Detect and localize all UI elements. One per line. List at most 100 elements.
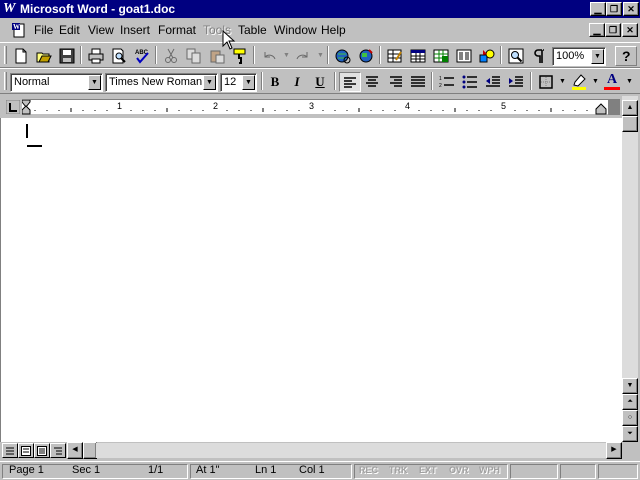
- web-toolbar-button[interactable]: [355, 46, 377, 66]
- columns-button[interactable]: [453, 46, 475, 66]
- scroll-up-button[interactable]: ▲: [622, 100, 638, 116]
- copy-button[interactable]: [183, 46, 205, 66]
- highlight-dropdown[interactable]: ▼: [592, 78, 599, 86]
- style-combo[interactable]: Normal ▼: [10, 73, 103, 92]
- web-layout-view-button[interactable]: [18, 443, 34, 458]
- title-bar[interactable]: W Microsoft Word - goat1.doc ▁ ❐ ✕: [0, 0, 640, 18]
- insert-table-button[interactable]: [407, 46, 429, 66]
- toolbar-grip[interactable]: [4, 46, 7, 64]
- doc-close-button[interactable]: ✕: [622, 23, 638, 37]
- justify-button[interactable]: [407, 72, 429, 92]
- menu-view[interactable]: View: [88, 23, 114, 37]
- scroll-left-button[interactable]: ◀: [67, 442, 83, 459]
- document-map-button[interactable]: [505, 46, 527, 66]
- new-button[interactable]: [10, 46, 32, 66]
- doc-restore-button[interactable]: ❐: [605, 23, 621, 37]
- save-button[interactable]: [56, 46, 78, 66]
- highlight-pen-icon: [572, 74, 586, 90]
- ruler-strip[interactable]: 1 2 3 4 5: [22, 99, 620, 115]
- restore-button[interactable]: ❐: [606, 2, 622, 16]
- undo-dropdown[interactable]: ▼: [283, 52, 290, 60]
- align-center-button[interactable]: [361, 72, 383, 92]
- justify-icon: [411, 76, 425, 87]
- insert-hyperlink-button[interactable]: [332, 46, 354, 66]
- menu-format[interactable]: Format: [158, 23, 196, 37]
- right-indent-marker[interactable]: [595, 103, 607, 115]
- spelling-button[interactable]: ABC: [131, 46, 153, 66]
- outline-view-button[interactable]: [50, 443, 66, 458]
- help-button[interactable]: ?: [615, 46, 637, 66]
- show-hide-button[interactable]: [528, 46, 550, 66]
- menu-help[interactable]: Help: [321, 23, 346, 37]
- chevron-down-icon: ▼: [91, 79, 98, 86]
- zoom-combo[interactable]: 100% ▼: [552, 47, 606, 66]
- tab-selector-icon[interactable]: [6, 100, 20, 114]
- tables-borders-button[interactable]: [384, 46, 406, 66]
- tables-borders-icon: [387, 49, 402, 63]
- minimize-button[interactable]: ▁: [590, 2, 606, 16]
- redo-button[interactable]: [292, 46, 314, 66]
- normal-view-button[interactable]: [2, 443, 18, 458]
- font-size-combo[interactable]: 12 ▼: [220, 73, 257, 92]
- document-control-icon[interactable]: W: [11, 22, 27, 38]
- status-wph-indicator[interactable]: WPH: [479, 464, 500, 477]
- menu-edit[interactable]: Edit: [59, 23, 80, 37]
- highlight-button[interactable]: [568, 72, 590, 92]
- hanging-indent-marker[interactable]: [22, 105, 31, 115]
- menu-table[interactable]: Table: [238, 23, 267, 37]
- status-ext-indicator[interactable]: EXT: [419, 464, 437, 477]
- increase-indent-button[interactable]: [505, 72, 527, 92]
- menu-insert[interactable]: Insert: [120, 23, 150, 37]
- next-page-button[interactable]: ⏷: [622, 426, 638, 442]
- document-editing-area[interactable]: [0, 118, 622, 442]
- font-color-button[interactable]: A: [601, 72, 623, 92]
- insert-excel-button[interactable]: [430, 46, 452, 66]
- style-dropdown-button[interactable]: ▼: [88, 75, 101, 90]
- font-color-icon: A: [607, 72, 618, 87]
- scroll-down-button[interactable]: ▼: [622, 378, 638, 394]
- redo-dropdown[interactable]: ▼: [317, 52, 324, 60]
- menu-file[interactable]: File: [34, 23, 53, 37]
- cut-button[interactable]: [160, 46, 182, 66]
- vertical-scroll-thumb[interactable]: [622, 116, 638, 132]
- align-left-button[interactable]: [339, 72, 361, 92]
- select-browse-object-button[interactable]: ○: [622, 410, 638, 426]
- horizontal-scroll-track[interactable]: [96, 443, 606, 458]
- align-right-button[interactable]: [384, 72, 406, 92]
- italic-button[interactable]: I: [286, 72, 308, 92]
- close-button[interactable]: ✕: [623, 2, 639, 16]
- font-size-dropdown-button[interactable]: ▼: [242, 75, 255, 90]
- print-layout-view-button[interactable]: [34, 443, 50, 458]
- previous-page-button[interactable]: ⏶: [622, 394, 638, 410]
- border-dropdown[interactable]: ▼: [559, 78, 566, 86]
- print-button[interactable]: [85, 46, 107, 66]
- zoom-dropdown-button[interactable]: ▼: [591, 49, 604, 64]
- bullets-button[interactable]: [459, 72, 481, 92]
- status-rec-indicator[interactable]: REC: [359, 464, 378, 477]
- close-icon: ✕: [627, 4, 635, 14]
- font-combo[interactable]: Times New Roman ▼: [105, 73, 218, 92]
- print-preview-button[interactable]: [108, 46, 130, 66]
- word-w-icon[interactable]: W: [3, 1, 17, 16]
- horizontal-ruler[interactable]: 1 2 3 4 5: [0, 96, 622, 118]
- drawing-button[interactable]: [476, 46, 498, 66]
- chevron-left-icon: ◀: [72, 446, 78, 453]
- font-dropdown-button[interactable]: ▼: [203, 75, 216, 90]
- underline-button[interactable]: U: [309, 72, 331, 92]
- style-value: Normal: [14, 76, 50, 88]
- font-color-dropdown[interactable]: ▼: [626, 78, 633, 86]
- doc-minimize-button[interactable]: ▁: [589, 23, 605, 37]
- decrease-indent-button[interactable]: [482, 72, 504, 92]
- bold-button[interactable]: B: [264, 72, 286, 92]
- numbering-button[interactable]: 12: [436, 72, 458, 92]
- scroll-right-button[interactable]: ▶: [606, 442, 622, 459]
- status-trk-indicator[interactable]: TRK: [389, 464, 408, 477]
- menu-window[interactable]: Window: [274, 23, 317, 37]
- toolbar-grip[interactable]: [4, 72, 7, 90]
- open-button[interactable]: [33, 46, 55, 66]
- horizontal-scroll-thumb[interactable]: [83, 442, 97, 459]
- undo-button[interactable]: [258, 46, 280, 66]
- status-ovr-indicator[interactable]: OVR: [449, 464, 469, 477]
- outside-border-button[interactable]: [535, 72, 557, 92]
- vertical-scrollbar[interactable]: ▲ ▼ ⏶ ○ ⏷: [622, 96, 638, 442]
